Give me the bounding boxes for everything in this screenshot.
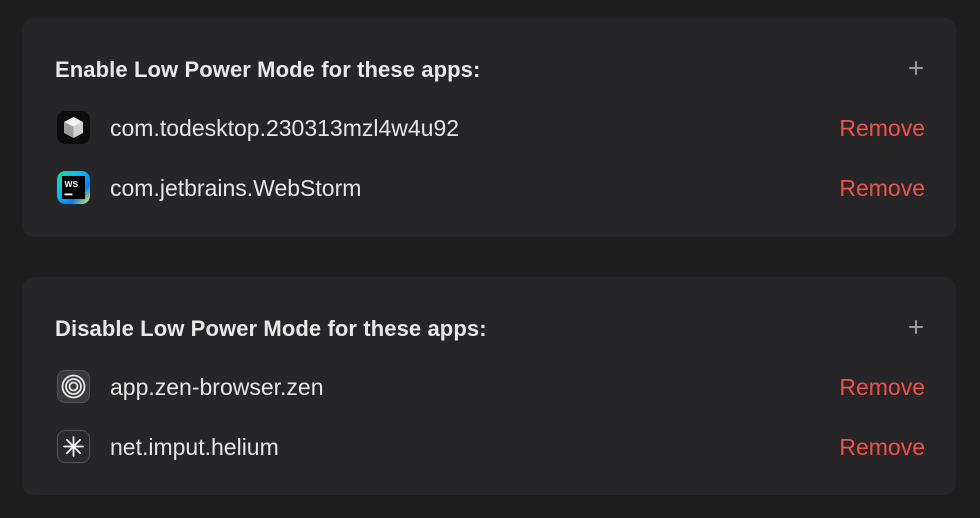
disable-low-power-panel: Disable Low Power Mode for these apps: a… — [22, 277, 956, 495]
remove-button[interactable]: Remove — [839, 115, 925, 142]
app-row: WS com.jetbrains.WebStorm Remove — [55, 168, 926, 208]
remove-button[interactable]: Remove — [839, 175, 925, 202]
app-bundle-id: com.todesktop.230313mzl4w4u92 — [110, 115, 460, 141]
app-row: net.imput.helium Remove — [55, 427, 926, 467]
webstorm-icon: WS — [57, 171, 90, 204]
section-title: Disable Low Power Mode for these apps: — [55, 316, 487, 341]
app-row: app.zen-browser.zen Remove — [55, 367, 926, 407]
zen-browser-icon — [57, 370, 90, 403]
add-app-button[interactable] — [906, 317, 926, 337]
todesktop-cube-icon — [57, 111, 90, 144]
remove-button[interactable]: Remove — [839, 374, 925, 401]
add-app-button[interactable] — [906, 58, 926, 78]
app-bundle-id: net.imput.helium — [110, 434, 279, 460]
svg-text:WS: WS — [65, 179, 79, 189]
app-row: com.todesktop.230313mzl4w4u92 Remove — [55, 108, 926, 148]
section-title: Enable Low Power Mode for these apps: — [55, 57, 481, 82]
enable-low-power-panel: Enable Low Power Mode for these apps: co… — [22, 18, 956, 237]
app-bundle-id: com.jetbrains.WebStorm — [110, 175, 362, 201]
helium-icon — [57, 430, 90, 463]
app-bundle-id: app.zen-browser.zen — [110, 374, 324, 400]
remove-button[interactable]: Remove — [839, 434, 925, 461]
